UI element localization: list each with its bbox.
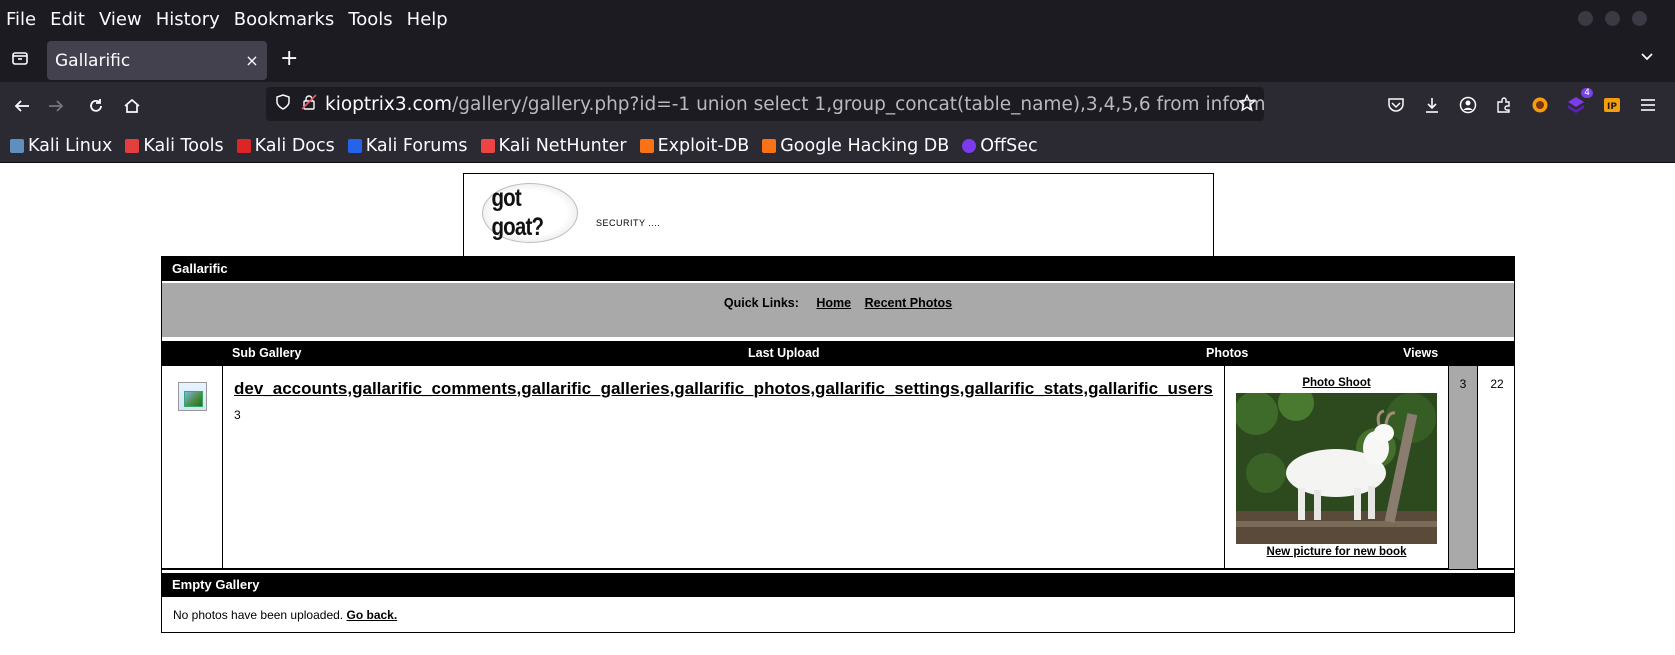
bookmarks-toolbar: Kali Linux Kali Tools Kali Docs Kali For… — [0, 130, 1675, 163]
photos-count-cell: 3 — [1448, 366, 1478, 569]
menu-file[interactable]: File — [0, 9, 43, 30]
kali-dragon-icon — [10, 139, 24, 153]
exploit-db-icon — [639, 139, 654, 153]
bookmark-label: Kali Linux — [28, 136, 113, 156]
bookmark-label: OffSec — [980, 136, 1038, 156]
kali-nethunter-icon — [480, 139, 495, 153]
tab-gallarific[interactable]: Gallarific × — [47, 41, 267, 80]
bookmark-label: Kali NetHunter — [498, 136, 627, 156]
menu-bookmarks[interactable]: Bookmarks — [227, 9, 342, 30]
quick-links-label: Quick Links: — [723, 296, 799, 310]
tab-title: Gallarific — [55, 50, 131, 71]
minimize-button[interactable] — [1578, 11, 1593, 26]
gallery-thumbnail-cell — [162, 366, 223, 569]
bookmark-label: Google Hacking DB — [780, 136, 950, 156]
forward-arrow-icon[interactable] — [44, 94, 68, 118]
kali-tools-icon — [125, 139, 140, 153]
hackbar-extension-icon[interactable]: 4 — [1565, 88, 1593, 116]
home-icon[interactable] — [120, 94, 144, 118]
col-photos: Photos — [1206, 346, 1249, 360]
bookmark-kali-nethunter[interactable]: Kali NetHunter — [480, 136, 627, 156]
address-bar[interactable]: kioptrix3.com/gallery/gallery.php?id=-1 … — [266, 87, 1264, 121]
download-icon[interactable] — [1421, 94, 1443, 116]
logo-text: got goat? — [491, 184, 544, 241]
chevron-down-icon[interactable] — [1639, 48, 1655, 68]
column-headers: Sub Gallery Last Upload Photos Views — [162, 341, 1514, 365]
foxyproxy-icon[interactable] — [1529, 94, 1551, 116]
menu-help[interactable]: Help — [400, 9, 455, 30]
bookmark-kali-linux[interactable]: Kali Linux — [10, 136, 112, 156]
views-count-cell: 22 — [1490, 377, 1504, 391]
last-upload-cell: Photo Shoot New picture for new book — [1225, 366, 1448, 569]
col-views: Views — [1403, 346, 1439, 360]
back-arrow-icon[interactable] — [10, 94, 34, 118]
home-link[interactable]: Home — [816, 296, 851, 310]
menu-view[interactable]: View — [92, 9, 149, 30]
svg-text:IP: IP — [1607, 102, 1617, 112]
bookmark-exploit-db[interactable]: Exploit-DB — [639, 136, 750, 156]
sub-gallery-cell: dev_accounts,gallarific_comments,gallari… — [223, 366, 1225, 569]
reload-icon[interactable] — [84, 94, 108, 118]
bookmark-label: Kali Forums — [365, 136, 468, 156]
tab-list-icon[interactable] — [10, 48, 30, 68]
bookmark-kali-tools[interactable]: Kali Tools — [125, 136, 224, 156]
col-last-upload: Last Upload — [748, 346, 820, 360]
offsec-icon — [962, 139, 977, 153]
gallery-title: Gallarific — [162, 257, 1514, 281]
site-tagline: SECURITY .... — [596, 218, 661, 228]
sub-gallery-link[interactable]: dev_accounts,gallarific_comments,gallari… — [234, 379, 1213, 399]
navigation-toolbar: kioptrix3.com/gallery/gallery.php?id=-1 … — [0, 82, 1675, 130]
empty-gallery-message: No photos have been uploaded. Go back. — [162, 597, 1514, 632]
pocket-icon[interactable] — [1385, 94, 1407, 116]
bookmark-kali-docs[interactable]: Kali Docs — [236, 136, 335, 156]
got-goat-logo[interactable]: got goat? — [482, 183, 578, 243]
bookmark-label: Kali Tools — [143, 136, 224, 156]
empty-gallery-title: Empty Gallery — [162, 573, 1514, 597]
page-content: got goat? SECURITY .... Gallarific Quick… — [0, 163, 1675, 655]
bookmark-label: Exploit-DB — [657, 136, 750, 156]
window-controls — [1578, 11, 1647, 26]
insecure-lock-icon[interactable] — [301, 94, 317, 114]
bookmark-kali-forums[interactable]: Kali Forums — [347, 136, 468, 156]
extension-badge: 4 — [1581, 88, 1593, 98]
menu-tools[interactable]: Tools — [341, 9, 399, 30]
shield-icon[interactable] — [275, 94, 291, 114]
site-header: got goat? SECURITY .... — [463, 173, 1214, 256]
bookmark-google-hacking-db[interactable]: Google Hacking DB — [762, 136, 949, 156]
close-window-button[interactable] — [1632, 11, 1647, 26]
url-host: kioptrix3.com — [325, 93, 453, 115]
goat-photo[interactable] — [1236, 393, 1437, 544]
menu-edit[interactable]: Edit — [43, 9, 92, 30]
new-tab-button[interactable]: + — [280, 46, 298, 71]
kali-forums-icon — [347, 139, 362, 153]
gallery-image-icon[interactable] — [178, 382, 207, 411]
photo-caption-link[interactable]: New picture for new book — [1225, 546, 1448, 558]
kali-docs-icon — [236, 139, 251, 153]
google-hacking-db-icon — [762, 139, 777, 153]
quick-links: Quick Links: Home Recent Photos — [162, 281, 1514, 337]
toolbar-icons: 4 IP — [1385, 88, 1659, 116]
url-path: /gallery/gallery.php?id=-1 union select … — [452, 93, 1264, 115]
menu-history[interactable]: History — [149, 9, 227, 30]
bookmark-star-icon[interactable] — [1237, 93, 1257, 116]
bookmark-label: Kali Docs — [254, 136, 335, 156]
maximize-button[interactable] — [1605, 11, 1620, 26]
extensions-puzzle-icon[interactable] — [1493, 94, 1515, 116]
col-sub-gallery: Sub Gallery — [232, 346, 302, 360]
table-row: dev_accounts,gallarific_comments,gallari… — [162, 365, 1514, 569]
no-photos-text: No photos have been uploaded. — [173, 608, 344, 622]
recent-photos-link[interactable]: Recent Photos — [865, 296, 953, 310]
tab-close-icon[interactable]: × — [237, 51, 267, 70]
gallery-table: Gallarific Quick Links: Home Recent Phot… — [161, 256, 1515, 633]
tab-bar: Gallarific × + — [0, 38, 1675, 82]
go-back-link[interactable]: Go back. — [346, 608, 397, 622]
ip-address-icon[interactable]: IP — [1601, 94, 1623, 116]
photo-shoot-link[interactable]: Photo Shoot — [1225, 377, 1448, 389]
menu-bar: File Edit View History Bookmarks Tools H… — [0, 0, 1675, 38]
url-text[interactable]: kioptrix3.com/gallery/gallery.php?id=-1 … — [325, 94, 1264, 115]
bookmark-offsec[interactable]: OffSec — [962, 136, 1038, 156]
account-icon[interactable] — [1457, 94, 1479, 116]
sub-gallery-count: 3 — [234, 408, 241, 422]
hamburger-menu-icon[interactable] — [1637, 94, 1659, 116]
